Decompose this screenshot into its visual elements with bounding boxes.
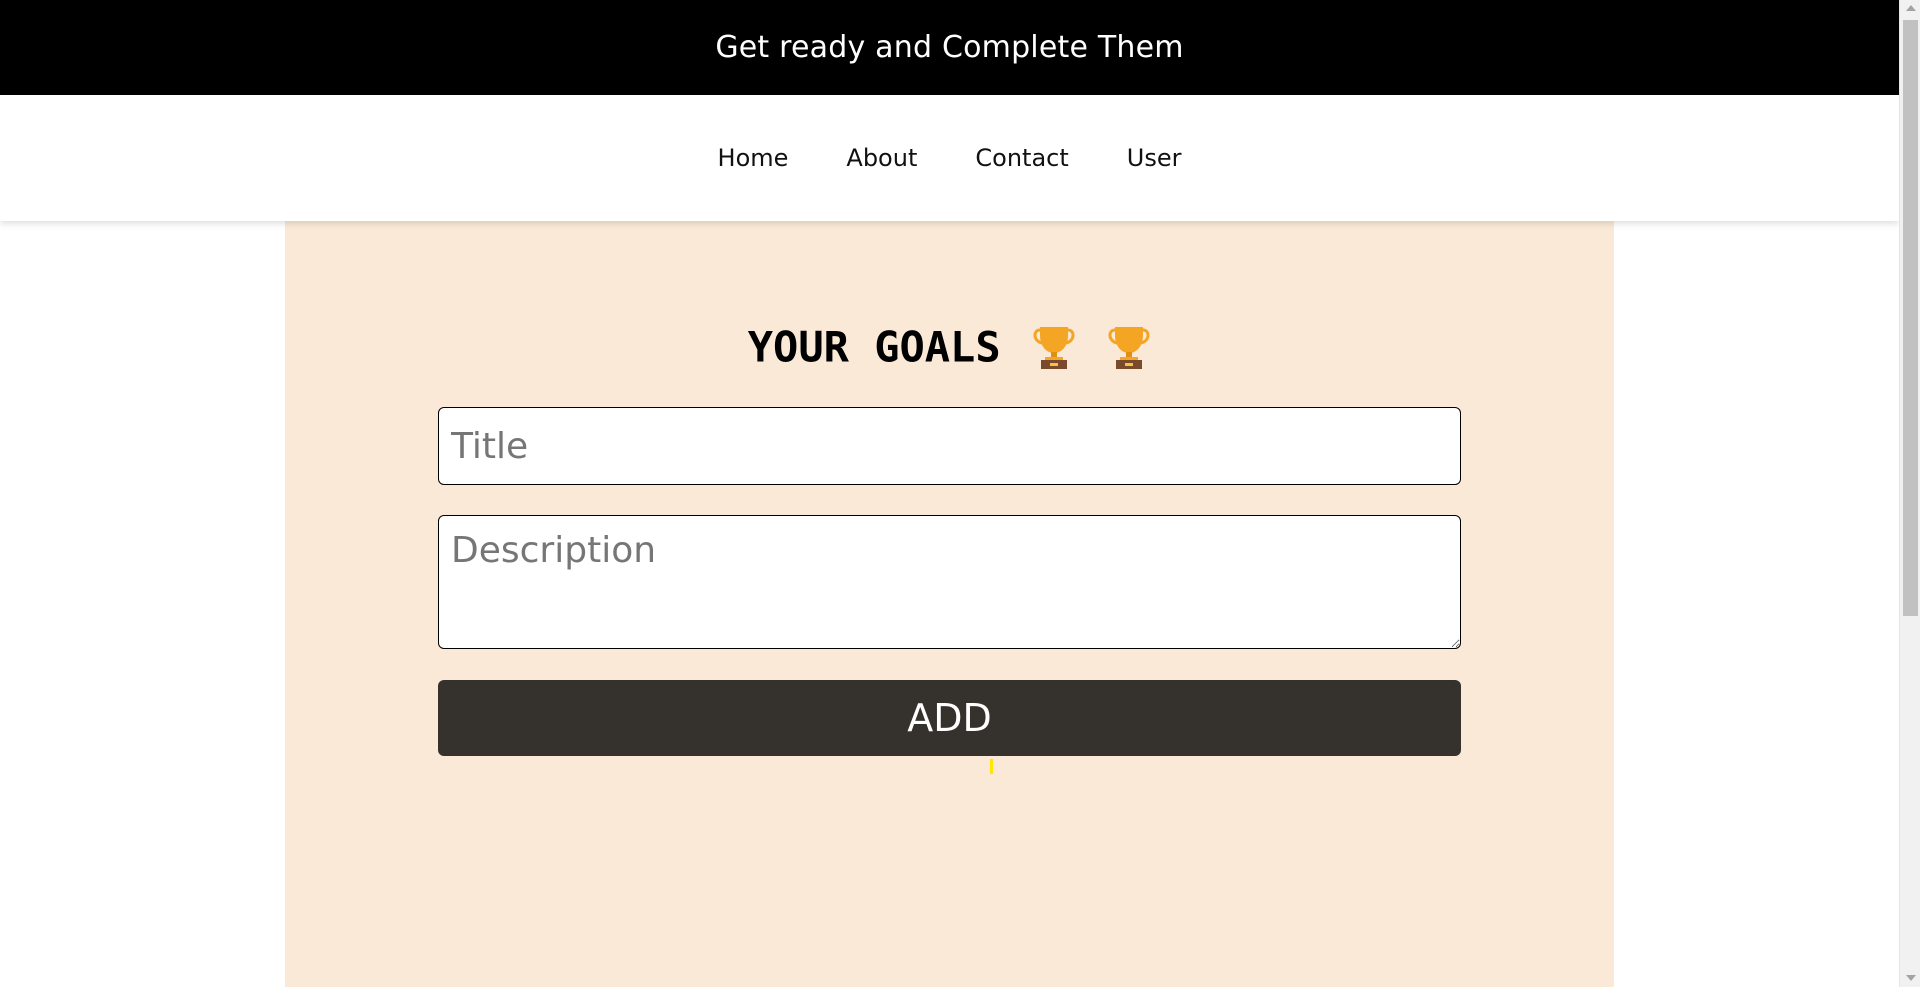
- trophy-icon: [1032, 321, 1076, 379]
- nav-about-link[interactable]: About: [846, 144, 917, 172]
- top-banner: Get ready and Complete Them: [0, 0, 1899, 95]
- scroll-up-arrow-icon[interactable]: [1906, 5, 1916, 11]
- page: Get ready and Complete Them Home About C…: [0, 0, 1899, 987]
- nav-home-link[interactable]: Home: [718, 144, 789, 172]
- scroll-down-arrow-icon[interactable]: [1906, 975, 1916, 981]
- scrollbar-thumb[interactable]: [1903, 20, 1918, 616]
- text-cursor: [990, 759, 993, 774]
- main-nav: Home About Contact User: [0, 95, 1899, 221]
- goals-heading-text: YOUR GOALS: [747, 322, 1001, 372]
- add-button[interactable]: ADD: [438, 680, 1461, 756]
- description-textarea[interactable]: [438, 515, 1461, 649]
- goals-panel: YOUR GOALS Title Description ADD: [285, 221, 1614, 987]
- title-input[interactable]: [438, 407, 1461, 485]
- vertical-scrollbar[interactable]: [1899, 0, 1920, 987]
- trophy-icon: [1107, 321, 1151, 379]
- nav-contact-link[interactable]: Contact: [975, 144, 1068, 172]
- banner-title: Get ready and Complete Them: [715, 30, 1184, 65]
- goal-form: ADD: [438, 407, 1461, 756]
- nav-user-link[interactable]: User: [1127, 144, 1182, 172]
- goals-heading: YOUR GOALS: [285, 321, 1614, 379]
